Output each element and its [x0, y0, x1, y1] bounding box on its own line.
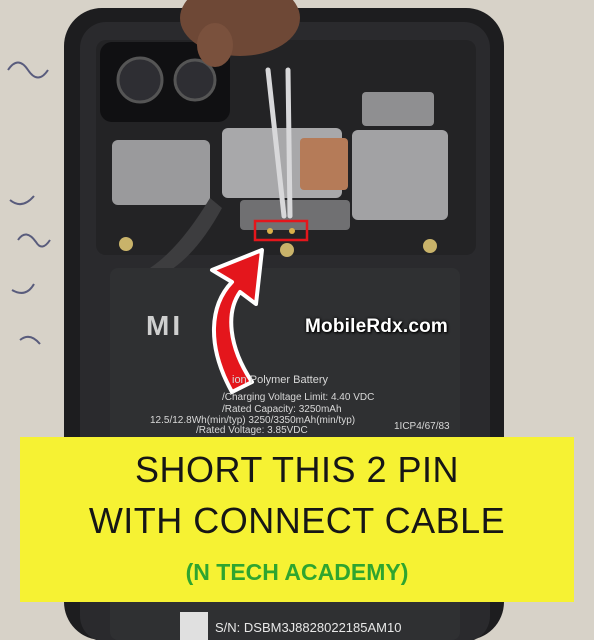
camera-lens-1	[116, 56, 164, 104]
site-watermark: MobileRdx.com	[305, 316, 449, 337]
battery-type-text: ion Polymer Battery	[232, 374, 328, 386]
qr-code	[180, 612, 208, 640]
photo-scene: MI ion Polymer Battery /Charging Voltage…	[0, 0, 594, 640]
camera-lens-2	[173, 58, 217, 102]
connector-strip	[240, 200, 350, 230]
test-pin-1	[267, 228, 273, 234]
test-pin-2	[289, 228, 295, 234]
battery-model-code-text: 1ICP4/67/83	[394, 421, 450, 432]
battery-brand-logo: MI	[146, 310, 184, 341]
battery-rated-voltage-text: /Rated Voltage: 3.85VDC	[196, 425, 308, 436]
screw-2	[280, 243, 294, 257]
shield-left	[112, 140, 210, 205]
battery-capacity-text: /Rated Capacity: 3250mAh	[222, 404, 342, 415]
caption-box: SHORT THIS 2 PIN WITH CONNECT CABLE (N T…	[20, 437, 574, 602]
copper-shield	[300, 138, 348, 190]
caption-line-1: SHORT THIS 2 PIN	[134, 449, 460, 490]
battery-voltage-limit-text: /Charging Voltage Limit: 4.40 VDC	[222, 392, 375, 403]
shield-top-right	[362, 92, 434, 126]
caption-line-2: WITH CONNECT CABLE	[88, 500, 506, 541]
screw-1	[119, 237, 133, 251]
shield-right	[352, 130, 448, 220]
caption-credit: (N TECH ACADEMY)	[185, 559, 409, 585]
screw-3	[423, 239, 437, 253]
battery-serial-text: S/N: DSBM3J8828022185AM10	[215, 620, 402, 635]
finger	[197, 23, 233, 67]
